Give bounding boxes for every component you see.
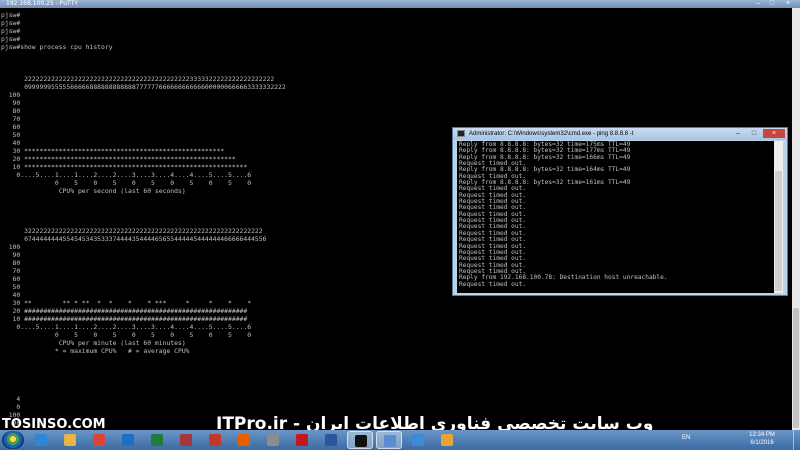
outlook-icon [122, 434, 134, 446]
show-desktop-button[interactable] [793, 430, 800, 450]
network-icon [412, 434, 424, 446]
maximize-button[interactable]: □ [766, 0, 778, 8]
putty-terminal-line: pjsw# [1, 27, 21, 35]
app-red-icon [209, 434, 221, 446]
putty-terminal-line: pjsw#show process cpu history [1, 43, 113, 51]
cmd-minimize-button[interactable]: – [731, 129, 745, 138]
firefox-icon [238, 434, 250, 446]
putty-window-title: 192.168.100.25 - PuTTY [6, 0, 78, 7]
putty-terminal-line [1, 379, 790, 387]
cmd-scrollbar-thumb[interactable] [775, 171, 782, 291]
taskbar-button-putty[interactable] [376, 431, 402, 449]
putty-terminal-line [1, 67, 790, 75]
putty-terminal-line: 0999999555556666688888888888877777766666… [1, 83, 286, 91]
cmd-scrollbar[interactable] [774, 141, 783, 293]
putty-terminal-line [1, 387, 790, 395]
taskbar-button-outlook[interactable] [115, 431, 141, 449]
putty-terminal-line: pjsw# [1, 11, 21, 19]
taskbar-button-firefox[interactable] [231, 431, 257, 449]
paint-icon [441, 434, 453, 446]
putty-terminal-line: 90 [1, 99, 21, 107]
putty-terminal-line: 4 [1, 395, 21, 403]
putty-terminal-line [1, 363, 790, 371]
start-button[interactable] [2, 431, 24, 449]
putty-terminal-line [1, 59, 790, 67]
close-button[interactable]: × [782, 0, 794, 8]
putty-icon [384, 435, 396, 447]
taskbar-button-vmware[interactable] [260, 431, 286, 449]
ie-icon [35, 434, 47, 446]
putty-terminal-line: 10 #####################################… [1, 315, 248, 323]
putty-terminal-line [1, 355, 790, 363]
putty-terminal-line: 0....5....1....1....2....2....3....3....… [1, 323, 252, 331]
taskbar-button-explorer[interactable] [57, 431, 83, 449]
taskbar-button-cmd[interactable] [347, 431, 373, 449]
cmd-window[interactable]: Administrator: C:\Windows\system32\cmd.e… [452, 127, 788, 296]
cmd-terminal-line: Request timed out. [459, 280, 527, 288]
putty-terminal-line: 100 [1, 91, 21, 99]
clock-time[interactable]: 12:34 PM [742, 432, 782, 439]
chrome-icon [93, 434, 105, 446]
putty-terminal-line: 2222222222222222222222222222222222222222… [1, 75, 275, 83]
cmd-terminal-output[interactable]: Reply from 8.8.8.8: bytes=32 time=175ms … [457, 141, 775, 293]
clock-date[interactable]: 6/1/2016 [742, 440, 782, 447]
cmd-close-button[interactable]: × [763, 129, 785, 138]
minimize-button[interactable]: – [752, 0, 764, 8]
taskbar-button-ie[interactable] [28, 431, 54, 449]
taskbar: EN 12:34 PM 6/1/2016 [0, 430, 800, 450]
putty-terminal-line: * = maximum CPU% # = average CPU% [1, 347, 190, 355]
taskbar-button-acrobat[interactable] [289, 431, 315, 449]
putty-scrollbar[interactable] [792, 8, 800, 430]
word-icon [325, 434, 337, 446]
taskbar-button-paint[interactable] [434, 431, 460, 449]
cmd-icon [355, 435, 367, 447]
putty-title-bar[interactable]: 192.168.100.25 - PuTTY – □ × [0, 0, 800, 8]
excel-icon [151, 434, 163, 446]
taskbar-button-network[interactable] [405, 431, 431, 449]
cmd-title-bar[interactable]: Administrator: C:\Windows\system32\cmd.e… [453, 128, 787, 140]
putty-terminal-line [1, 371, 790, 379]
putty-terminal-line: CPU% per minute (last 60 minutes) [1, 339, 186, 347]
taskbar-button-word[interactable] [318, 431, 344, 449]
putty-terminal-line: 0 [1, 403, 21, 411]
putty-terminal-line: pjsw# [1, 19, 21, 27]
language-indicator[interactable]: EN [682, 435, 690, 441]
cmd-window-title: Administrator: C:\Windows\system32\cmd.e… [469, 131, 634, 137]
taskbar-button-excel[interactable] [144, 431, 170, 449]
taskbar-button-access[interactable] [173, 431, 199, 449]
putty-terminal-line: 80 [1, 107, 21, 115]
scrollbar-thumb[interactable] [793, 308, 799, 428]
system-tray: EN 12:34 PM 6/1/2016 [680, 430, 800, 450]
putty-terminal-line [1, 51, 790, 59]
putty-terminal-line: 70 [1, 115, 21, 123]
explorer-icon [64, 434, 76, 446]
cmd-icon [457, 130, 465, 137]
taskbar-button-chrome[interactable] [86, 431, 112, 449]
acrobat-icon [296, 434, 308, 446]
cmd-maximize-button[interactable]: □ [747, 129, 761, 138]
putty-terminal-line: 0 5 0 5 0 5 0 5 0 5 0 [1, 331, 252, 339]
taskbar-button-app-red[interactable] [202, 431, 228, 449]
putty-terminal-line: 30 ** ** * ** * * * * *** * * * * [1, 299, 252, 307]
putty-terminal-line: 20 #####################################… [1, 307, 248, 315]
putty-terminal-line: pjsw# [1, 35, 21, 43]
access-icon [180, 434, 192, 446]
vmware-icon [267, 434, 279, 446]
